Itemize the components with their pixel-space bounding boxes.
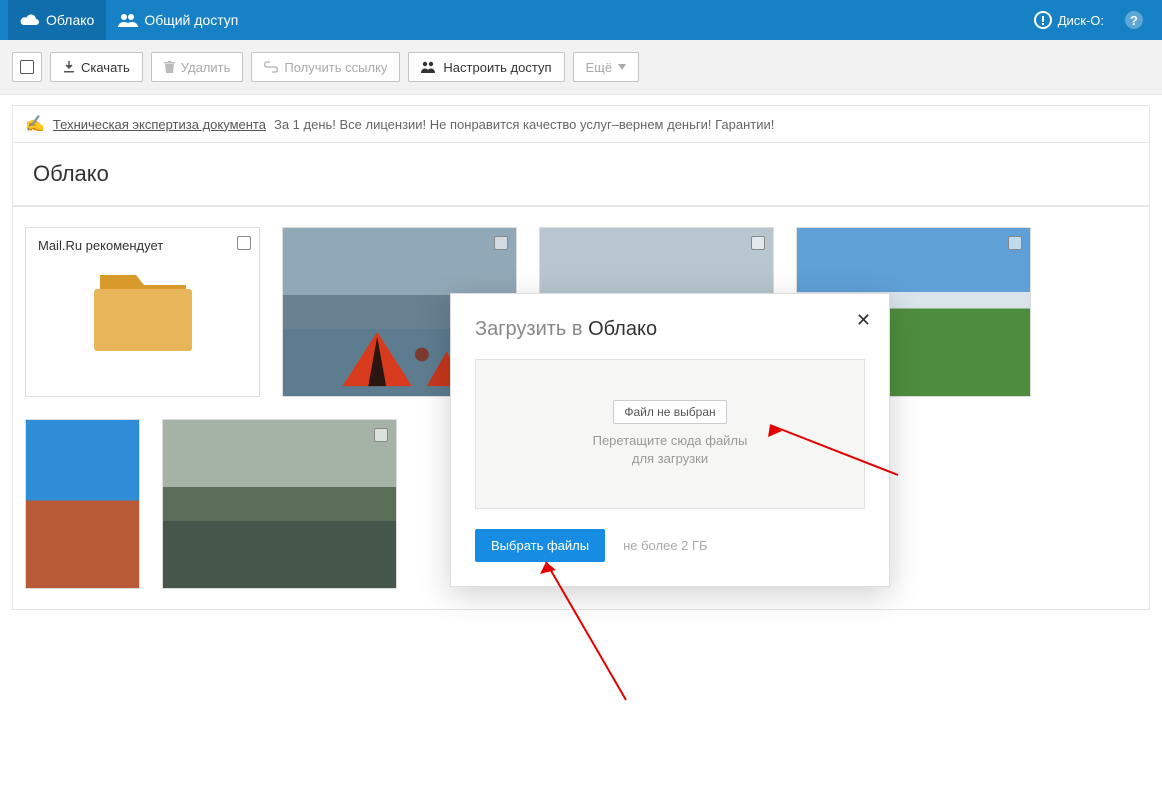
thumbnail: [163, 420, 396, 588]
download-icon: [63, 61, 75, 73]
file-chip: Файл не выбран: [613, 400, 726, 424]
chevron-down-icon: [618, 64, 626, 70]
dropzone[interactable]: Файл не выбран Перетащите сюда файлы для…: [475, 359, 865, 509]
page-title: Облако: [33, 161, 109, 186]
folder-tile[interactable]: Mail.Ru рекомендует: [25, 227, 260, 397]
tile-checkbox[interactable]: [1008, 236, 1022, 250]
drop-text: Перетащите сюда файлы для загрузки: [593, 432, 748, 468]
link-button[interactable]: Получить ссылку: [251, 52, 400, 82]
modal-title-strong: Облако: [588, 318, 657, 340]
nav-tab-cloud[interactable]: Облако: [8, 0, 106, 40]
share-button[interactable]: Настроить доступ: [408, 52, 564, 82]
delete-label: Удалить: [181, 60, 231, 75]
nav-tab-shared[interactable]: Общий доступ: [106, 0, 250, 40]
close-icon[interactable]: ✕: [856, 310, 871, 331]
cloud-icon: [20, 13, 40, 27]
nav-tab-cloud-label: Облако: [46, 12, 94, 28]
tile-checkbox[interactable]: [751, 236, 765, 250]
modal-title: Загрузить в Облако: [475, 318, 865, 341]
share-icon: [421, 61, 437, 73]
top-nav: Облако Общий доступ Диск-О: ?: [0, 0, 1162, 40]
disk-icon: [1034, 11, 1052, 29]
select-files-button[interactable]: Выбрать файлы: [475, 529, 605, 562]
svg-text:?: ?: [1130, 13, 1138, 28]
upload-modal: ✕ Загрузить в Облако Файл не выбран Пере…: [450, 293, 890, 587]
modal-title-prefix: Загрузить в: [475, 318, 588, 340]
help-icon: ?: [1124, 10, 1144, 30]
nav-tab-shared-label: Общий доступ: [144, 12, 238, 28]
image-tile[interactable]: [162, 419, 397, 589]
more-button[interactable]: Ещё: [573, 52, 640, 82]
breadcrumb: Облако: [12, 143, 1150, 206]
nav-disk-o[interactable]: Диск-О:: [1024, 11, 1114, 29]
nav-help[interactable]: ?: [1114, 10, 1154, 30]
promo-text: За 1 день! Все лицензии! Не понравится к…: [274, 117, 774, 132]
trash-icon: [164, 61, 175, 73]
folder-icon: [88, 265, 198, 355]
promo-link[interactable]: Техническая экспертиза документа: [53, 117, 266, 132]
share-label: Настроить доступ: [443, 60, 551, 75]
image-tile[interactable]: [25, 419, 140, 589]
users-icon: [118, 13, 138, 27]
nav-disk-label: Диск-О:: [1058, 13, 1104, 28]
promo-badge-icon: ✍: [25, 114, 45, 134]
toolbar: Скачать Удалить Получить ссылку Настроит…: [0, 40, 1162, 95]
size-hint: не более 2 ГБ: [623, 538, 707, 553]
more-label: Ещё: [586, 60, 613, 75]
tile-checkbox[interactable]: [494, 236, 508, 250]
link-icon: [264, 61, 278, 73]
select-all-checkbox[interactable]: [12, 52, 42, 82]
tile-checkbox[interactable]: [237, 236, 251, 250]
folder-label: Mail.Ru рекомендует: [38, 238, 163, 253]
tile-checkbox[interactable]: [374, 428, 388, 442]
download-label: Скачать: [81, 60, 130, 75]
promo-banner: ✍ Техническая экспертиза документа За 1 …: [12, 105, 1150, 143]
delete-button[interactable]: Удалить: [151, 52, 244, 82]
link-label: Получить ссылку: [284, 60, 387, 75]
thumbnail: [26, 420, 139, 588]
download-button[interactable]: Скачать: [50, 52, 143, 82]
